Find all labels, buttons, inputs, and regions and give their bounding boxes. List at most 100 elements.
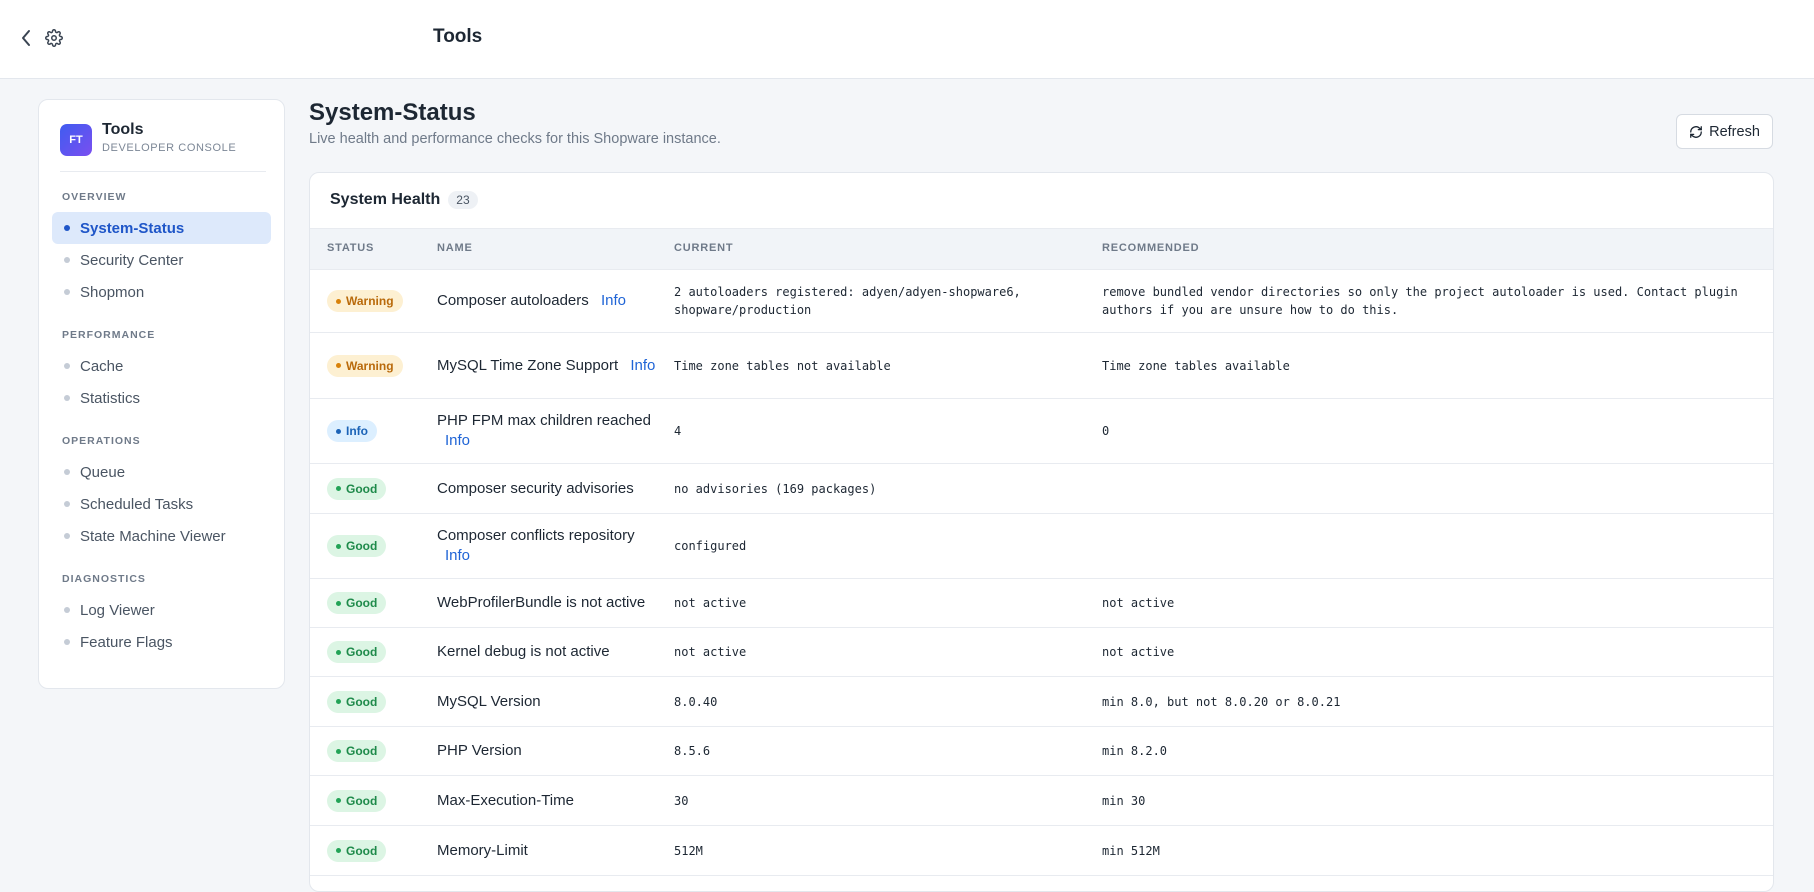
status-badge: Good [327,592,387,614]
table-row: Good PHP Version 8.5.6 min 8.2.0 [310,727,1773,776]
name-cell: MySQL Time Zone Support Info [437,333,657,398]
current-cell: 30 [674,776,1084,825]
status-cell: Good [327,776,387,825]
check-name-wrapper: Composer security advisories [437,479,634,499]
current-value: 4 [674,424,682,438]
status-cell: Info [327,399,377,463]
refresh-button[interactable]: Refresh [1676,114,1773,149]
check-name-wrapper: MySQL Version [437,692,541,712]
status-badge: Good [327,789,387,812]
table-row: Good Composer conflicts repository Info co… [310,514,1773,579]
check-name-wrapper: Composer conflicts repository Info [437,526,657,566]
sidebar-item-security-center[interactable]: Security Center [52,244,271,276]
name-cell: Kernel debug is not active [437,628,657,676]
current-cell: 8.0.40 [674,677,1084,726]
column-header-status[interactable]: STATUS [327,242,374,254]
nav-dot [64,607,70,613]
table-row: Good MySQL Version 8.0.40 min 8.0, but not … [310,677,1773,727]
recommended-value: min 8.2.0 [1102,744,1168,758]
current-value: not active [674,596,747,610]
status-badge: Good [327,477,387,500]
sidebar-item-state-machine-viewer[interactable]: State Machine Viewer [52,520,271,552]
current-cell: no advisories (169 packages) [674,464,1084,513]
status-label: Warning [346,294,394,308]
table-row: Good Composer security advisories no advis… [310,464,1773,514]
info-link[interactable]: Info [601,292,626,309]
status-dot-icon [336,649,341,655]
check-name: PHP Version [437,742,522,759]
current-value: configured [674,539,747,553]
sidebar-item-log-viewer[interactable]: Log Viewer [52,594,271,626]
check-name-wrapper: Memory-Limit [437,841,528,861]
status-cell: Good [327,464,387,513]
status-cell: Good [327,826,387,875]
name-cell: PHP FPM max children reached Info [437,399,657,463]
status-cell: Good [327,628,387,676]
sidebar-item-statistics[interactable]: Statistics [52,382,271,414]
info-link[interactable]: Info [445,432,470,449]
status-dot-icon [336,428,341,434]
nav-dot [64,225,70,231]
sidebar-item-feature-flags[interactable]: Feature Flags [52,626,271,658]
status-cell: Good [327,677,387,726]
status-dot-icon [336,543,341,549]
status-dot-icon [336,798,341,803]
sidebar-item-shopmon[interactable]: Shopmon [52,276,271,308]
status-label: Good [346,481,378,496]
table-row: Warning Composer autoloaders Info 2 autolo… [310,270,1773,333]
system-health-card: System Health 23 STATUS NAME CURRENT REC… [309,172,1774,892]
sidebar-item-queue[interactable]: Queue [52,456,271,488]
nav-dot [64,533,70,539]
sidebar-item-system-status[interactable]: System-Status [52,212,271,244]
current-value: Time zone tables not available [674,358,891,373]
status-badge: Good [327,690,387,713]
column-header-recommended[interactable]: RECOMMENDED [1102,242,1199,254]
brand-subtitle: DEVELOPER CONSOLE [102,142,237,154]
status-label: Good [346,793,378,808]
table-row: Good Kernel debug is not active not active… [310,628,1773,677]
status-dot-icon [336,748,341,754]
recommended-cell: min 8.2.0 [1102,727,1762,775]
current-value: 8.0.40 [674,694,718,709]
sidebar-item-scheduled-tasks[interactable]: Scheduled Tasks [52,488,271,520]
info-link[interactable]: Info [445,547,470,564]
sidebar: FT Tools DEVELOPER CONSOLE OVERVIEW Syst… [38,99,285,689]
sidebar-brand: FT Tools DEVELOPER CONSOLE [60,121,266,172]
recommended-value: not active [1102,645,1175,659]
status-cell: Good [327,727,387,775]
check-name-wrapper: Max-Execution-Time [437,791,574,811]
status-dot-icon [336,363,341,368]
status-cell: Good [327,514,387,578]
recommended-cell: not active [1102,628,1762,676]
table-header: STATUS NAME CURRENT RECOMMENDED [310,228,1773,270]
status-label: Good [346,645,378,659]
nav-dot [64,501,70,507]
sidebar-item-label: Security Center [80,251,184,269]
check-name-wrapper: PHP FPM max children reached Info [437,411,657,451]
info-link[interactable]: Info [630,357,655,374]
current-value: not active [674,645,747,659]
check-name: Memory-Limit [437,841,528,859]
nav-section-diagnostics: DIAGNOSTICS [62,573,146,585]
current-value: 8.5.6 [674,744,711,758]
current-value: 512M [674,843,703,858]
status-cell: Warning [327,333,403,398]
table-row: Good Max-Execution-Time 30 min 30 [310,776,1773,826]
recommended-cell: min 8.0, but not 8.0.20 or 8.0.21 [1102,677,1762,726]
card-title: System Health [330,191,441,208]
recommended-cell: min 512M [1102,826,1762,875]
chevron-left-icon[interactable] [15,27,37,49]
table-row: Warning MySQL Time Zone Support Info Time … [310,333,1773,399]
column-header-current[interactable]: CURRENT [674,242,733,254]
recommended-value: min 30 [1102,793,1146,808]
sidebar-item-label: System-Status [80,219,185,237]
brand-name: Tools [102,121,144,138]
gear-icon[interactable] [43,27,65,49]
current-cell: 8.5.6 [674,727,1084,775]
column-header-name[interactable]: NAME [437,242,473,254]
status-dot-icon [336,486,341,491]
current-value: 30 [674,793,689,808]
check-name-wrapper: Composer autoloaders Info [437,291,626,311]
sidebar-item-cache[interactable]: Cache [52,350,271,382]
name-cell: WebProfilerBundle is not active [437,579,657,627]
